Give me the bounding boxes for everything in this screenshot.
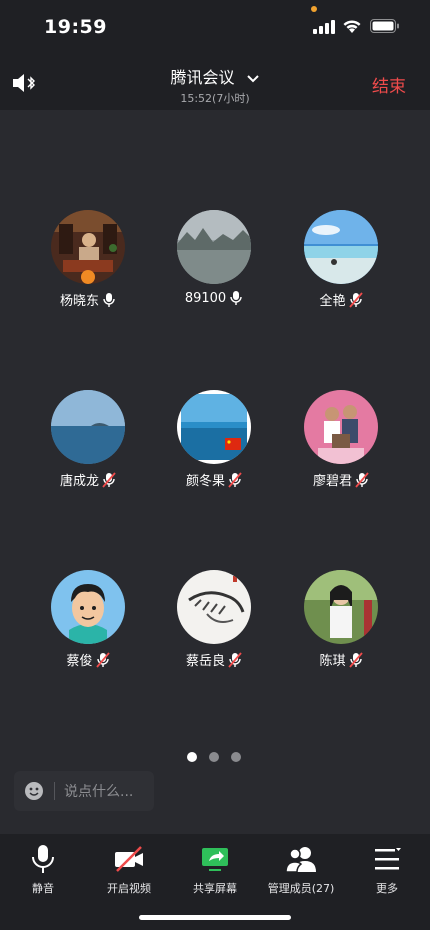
mic-muted-icon — [228, 471, 242, 488]
manage-members-label: 管理成员(27) — [267, 882, 335, 895]
participant-tile[interactable]: 唐成龙 — [18, 390, 158, 489]
share-screen-icon — [202, 848, 228, 871]
manage-members-button[interactable]: 管理成员(27) — [258, 844, 344, 896]
cellular-signal-icon — [313, 20, 335, 34]
participant-name: 全艳 — [319, 294, 346, 309]
chevron-down-icon — [246, 74, 259, 82]
emoji-icon[interactable] — [24, 781, 44, 801]
avatar — [304, 210, 378, 284]
participant-name: 唐成龙 — [59, 474, 99, 489]
share-screen-button[interactable]: 共享屏幕 — [172, 844, 258, 896]
end-meeting-button[interactable]: 结束 — [372, 72, 406, 97]
meeting-title-button[interactable]: 腾讯会议 — [0, 64, 430, 88]
page-dot[interactable] — [231, 752, 241, 762]
mic-muted-icon — [102, 471, 116, 488]
participant-tile[interactable]: 陈琪 — [271, 570, 411, 669]
avatar — [177, 210, 251, 284]
participant-tile[interactable]: 颜冬果 — [144, 390, 284, 489]
chat-input[interactable] — [62, 779, 154, 805]
page-dot-active[interactable] — [187, 752, 197, 762]
start-video-label: 开启视频 — [107, 882, 151, 895]
status-time: 19:59 — [44, 16, 107, 38]
participant-tile[interactable]: 89100 — [144, 210, 284, 306]
start-video-button[interactable]: 开启视频 — [86, 844, 172, 896]
participant-tile[interactable]: 全艳 — [271, 210, 411, 309]
wifi-icon — [343, 20, 361, 33]
mic-in-use-indicator — [311, 6, 317, 12]
more-menu-icon — [375, 848, 401, 870]
participant-name: 蔡岳良 — [185, 654, 225, 669]
avatar — [51, 570, 125, 644]
more-label: 更多 — [376, 882, 398, 895]
mic-muted-icon — [355, 471, 369, 488]
chat-box[interactable] — [14, 771, 154, 811]
meeting-header: 腾讯会议 15:52(7小时) 结束 — [0, 56, 430, 110]
status-bar: 19:59 — [0, 0, 430, 56]
members-icon — [285, 847, 316, 873]
participant-name: 陈琪 — [319, 654, 346, 669]
mic-on-icon — [103, 292, 115, 307]
participant-name: 颜冬果 — [185, 474, 225, 489]
participant-tile[interactable]: 廖碧君 — [271, 390, 411, 489]
share-screen-label: 共享屏幕 — [193, 882, 237, 895]
mic-muted-icon — [228, 651, 242, 668]
participant-tile[interactable]: 杨晓东 — [18, 210, 158, 309]
meeting-duration: 15:52(7小时) — [180, 92, 250, 105]
mute-button[interactable]: 静音 — [0, 844, 86, 896]
page-indicator — [0, 752, 430, 764]
more-button[interactable]: 更多 — [344, 844, 430, 896]
host-badge-icon — [81, 270, 95, 284]
home-indicator[interactable] — [139, 915, 291, 920]
participant-name: 89100 — [184, 290, 227, 306]
battery-icon — [370, 19, 399, 33]
participant-name: 蔡俊 — [66, 654, 93, 669]
video-off-icon — [115, 846, 143, 872]
microphone-icon — [32, 845, 54, 873]
avatar — [51, 390, 125, 464]
mute-label: 静音 — [32, 882, 54, 895]
avatar — [304, 570, 378, 644]
avatar — [177, 570, 251, 644]
participant-name: 廖碧君 — [312, 474, 352, 489]
chat-divider — [54, 782, 55, 800]
mic-muted-icon — [348, 291, 363, 308]
page-dot[interactable] — [209, 752, 219, 762]
participant-name: 杨晓东 — [59, 294, 99, 309]
participant-tile[interactable]: 蔡俊 — [18, 570, 158, 669]
mic-on-icon — [230, 291, 242, 305]
participant-tile[interactable]: 蔡岳良 — [144, 570, 284, 669]
mic-muted-icon — [95, 651, 110, 668]
mic-muted-icon — [348, 651, 363, 668]
avatar — [304, 390, 378, 464]
avatar — [177, 390, 251, 464]
meeting-title: 腾讯会议 — [170, 68, 235, 87]
avatar — [51, 210, 125, 284]
